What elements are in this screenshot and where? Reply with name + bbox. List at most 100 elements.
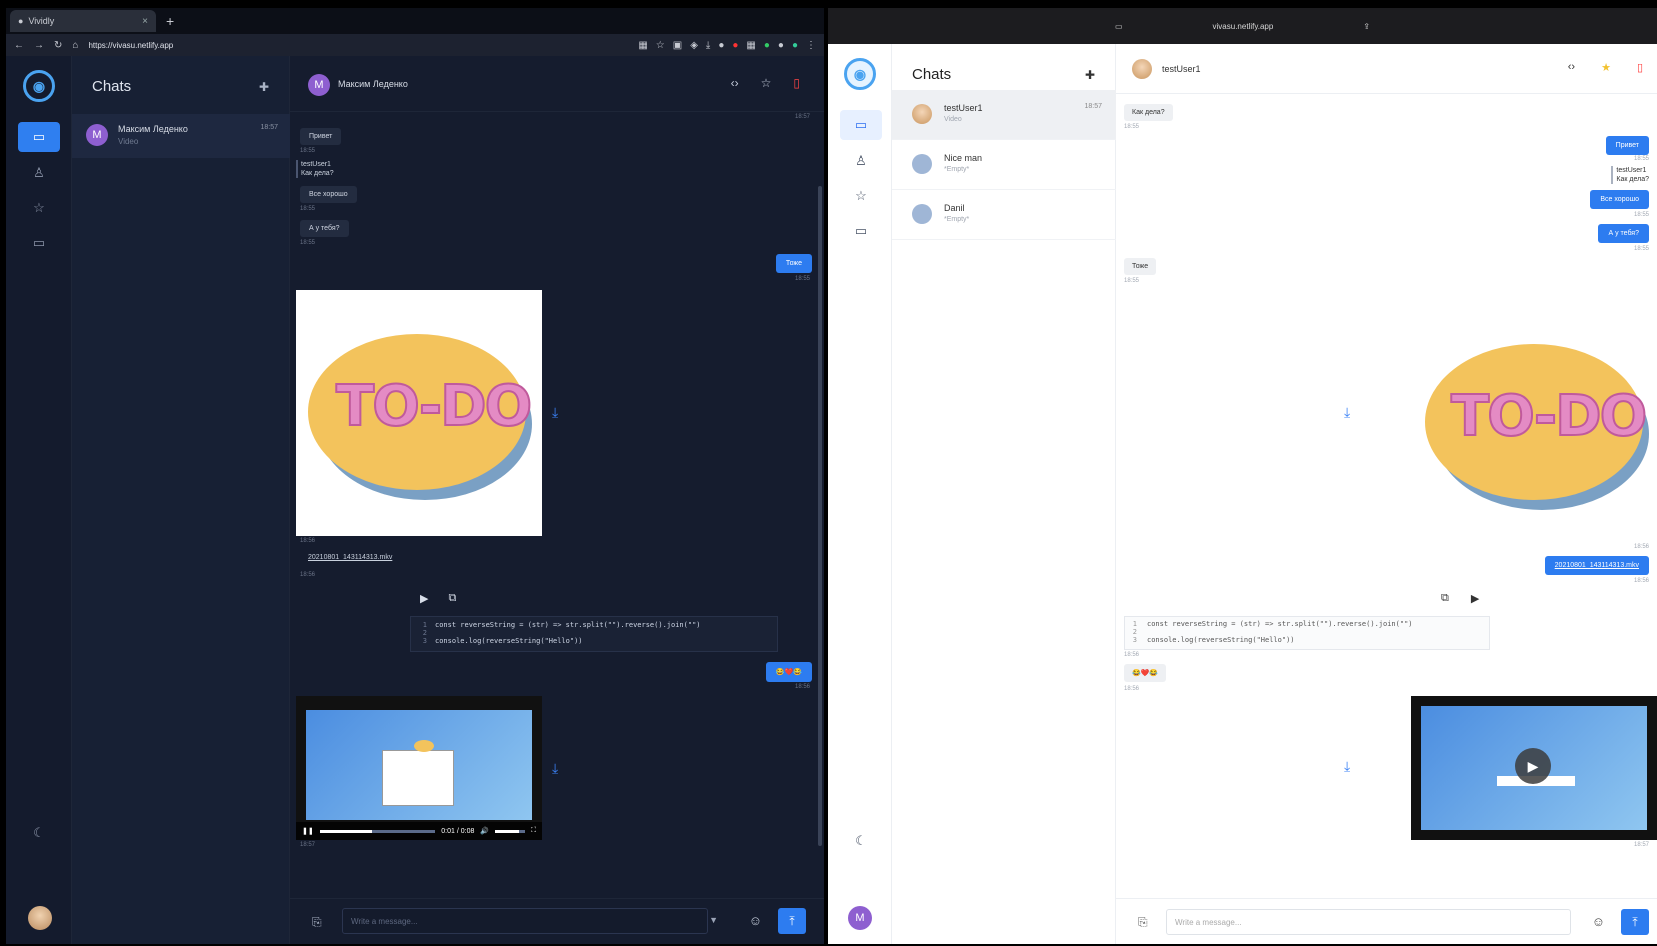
- new-chat-icon[interactable]: ✚: [1085, 68, 1095, 82]
- code-line: 2: [411, 629, 777, 637]
- play-icon[interactable]: ▶: [1471, 592, 1479, 605]
- chat-list-item[interactable]: Nice man *Empty*: [892, 140, 1116, 190]
- logo-icon[interactable]: ◉: [23, 70, 55, 102]
- image-message[interactable]: TO-DO: [1411, 330, 1657, 530]
- message-time: 18:56: [300, 538, 316, 544]
- download-icon[interactable]: ⤓: [1344, 404, 1350, 421]
- chat-list: Chats ✚ testUser1 Video 18:57 Nice man *…: [892, 44, 1116, 944]
- extension-icon[interactable]: ●: [792, 40, 798, 51]
- attach-icon[interactable]: ⎘: [312, 915, 322, 930]
- record-icon[interactable]: ●: [732, 40, 738, 51]
- send-icon[interactable]: ⤒: [1621, 909, 1649, 935]
- reply-author: testUser1: [301, 161, 331, 168]
- copy-icon[interactable]: ⧉: [448, 592, 456, 605]
- moon-icon[interactable]: ☾: [840, 826, 882, 856]
- video-message[interactable]: ❚❚ 0:01 / 0:08 🔊 ⛶: [296, 696, 542, 840]
- play-icon[interactable]: ▶: [420, 592, 428, 605]
- message-time: 18:55: [1633, 156, 1649, 162]
- extension-icon[interactable]: ▦: [746, 40, 755, 51]
- sidebar-toggle-icon[interactable]: ▭: [1115, 22, 1123, 31]
- chat-list-item[interactable]: testUser1 Video 18:57: [892, 90, 1116, 140]
- fullscreen-icon[interactable]: ⛶: [531, 827, 536, 835]
- code-line: 1 const reverseString = (str) => str.spli…: [411, 621, 777, 629]
- chat-list-item[interactable]: Danil *Empty*: [892, 190, 1116, 240]
- download-icon[interactable]: ⤓: [706, 40, 710, 51]
- new-chat-icon[interactable]: ✚: [259, 80, 269, 94]
- video-message[interactable]: ▶: [1411, 696, 1657, 840]
- trash-icon[interactable]: ▯: [793, 76, 800, 90]
- shield-icon[interactable]: ◈: [690, 40, 698, 51]
- star-icon[interactable]: ☆: [18, 193, 60, 223]
- extension-icon[interactable]: ▦: [638, 40, 647, 51]
- laptop-icon[interactable]: ▭: [840, 216, 882, 246]
- trash-icon[interactable]: ▯: [1637, 61, 1643, 74]
- avatar[interactable]: M: [848, 906, 872, 930]
- image-message[interactable]: TO-DO: [296, 290, 542, 536]
- forward-icon[interactable]: →: [34, 40, 44, 51]
- copy-icon[interactable]: ⧉: [1441, 592, 1449, 605]
- message-outgoing: Тоже: [775, 254, 812, 273]
- new-tab-icon[interactable]: +: [166, 13, 174, 29]
- scrollbar[interactable]: [818, 186, 822, 846]
- video-controls: ❚❚ 0:01 / 0:08 🔊 ⛶: [296, 822, 542, 840]
- extension-icon[interactable]: ●: [764, 40, 770, 51]
- dark-browser-window: ● Vividly × + ← → ↻ ⌂ https://vivasu.net…: [6, 8, 824, 944]
- file-link[interactable]: 20210801_143114313.mkv: [1544, 556, 1649, 575]
- back-icon[interactable]: ←: [14, 40, 24, 51]
- laptop-icon[interactable]: ▭: [18, 228, 60, 258]
- download-icon[interactable]: ⤓: [552, 760, 558, 777]
- extension-icon[interactable]: ●: [718, 40, 724, 51]
- code-icon[interactable]: ‹›: [731, 76, 739, 90]
- reply-text: Как дела?: [1616, 176, 1649, 183]
- code-text: const reverseString = (str) => str.split…: [435, 621, 701, 629]
- reload-icon[interactable]: ↻: [54, 40, 62, 51]
- chevron-down-icon[interactable]: ▼: [709, 915, 718, 925]
- menu-icon[interactable]: ⋮: [806, 40, 816, 51]
- attach-icon[interactable]: ⎘: [1138, 915, 1148, 930]
- extension-icon[interactable]: ●: [778, 40, 784, 51]
- code-icon[interactable]: ‹›: [1568, 61, 1575, 74]
- emoji-icon[interactable]: ☺: [749, 913, 762, 928]
- star-icon[interactable]: ☆: [840, 181, 882, 211]
- volume-slider[interactable]: [495, 829, 526, 833]
- download-icon[interactable]: ⤓: [552, 404, 558, 421]
- share-icon[interactable]: ⇪: [1363, 22, 1370, 31]
- video-content-window: [382, 750, 454, 806]
- play-icon[interactable]: ▶: [1515, 748, 1551, 784]
- message-outgoing: 😂❤️😂: [765, 662, 812, 682]
- message-input[interactable]: Write a message...: [342, 908, 708, 934]
- file-link[interactable]: 20210801_143114313.mkv: [308, 554, 392, 561]
- star-icon[interactable]: ★: [1601, 61, 1611, 74]
- send-icon[interactable]: ⤒: [778, 908, 806, 934]
- pause-icon[interactable]: ❚❚: [302, 827, 314, 835]
- url-field[interactable]: vivasu.netlify.app: [1213, 22, 1274, 31]
- message-incoming: 😂❤️😂: [1124, 664, 1167, 682]
- browser-tab[interactable]: ● Vividly ×: [10, 10, 156, 32]
- chat-icon[interactable]: ▭: [840, 110, 882, 140]
- message-time: 18:56: [1633, 544, 1649, 550]
- message-time: 18:56: [1124, 652, 1140, 658]
- logo-icon[interactable]: ◉: [844, 58, 876, 90]
- contacts-icon[interactable]: ♙: [18, 158, 60, 188]
- message-input[interactable]: Write a message...: [1166, 909, 1571, 935]
- avatar[interactable]: [28, 906, 52, 930]
- video-progress-bar[interactable]: [319, 829, 436, 833]
- star-icon[interactable]: ☆: [761, 76, 772, 90]
- extension-icon[interactable]: ▣: [673, 40, 682, 51]
- contacts-icon[interactable]: ♙: [840, 146, 882, 176]
- chat-list-item[interactable]: M Максим Леденко Video 18:57: [72, 114, 290, 158]
- message-time: 18:55: [1124, 124, 1140, 130]
- volume-icon[interactable]: 🔊: [480, 827, 489, 835]
- download-icon[interactable]: ⤓: [1344, 758, 1350, 775]
- message-time: 18:55: [300, 240, 316, 246]
- tab-close-icon[interactable]: ×: [142, 16, 148, 27]
- emoji-icon[interactable]: ☺: [1592, 914, 1605, 929]
- message-incoming: А у тебя?: [300, 220, 349, 237]
- chat-icon[interactable]: ▭: [18, 122, 60, 152]
- bookmark-icon[interactable]: ☆: [656, 40, 665, 51]
- moon-icon[interactable]: ☾: [18, 818, 60, 848]
- header-actions: ‹› ☆ ▯: [731, 76, 800, 90]
- image-text: TO-DO: [1450, 383, 1648, 450]
- home-icon[interactable]: ⌂: [72, 40, 78, 51]
- url-field[interactable]: https://vivasu.netlify.app: [88, 41, 173, 50]
